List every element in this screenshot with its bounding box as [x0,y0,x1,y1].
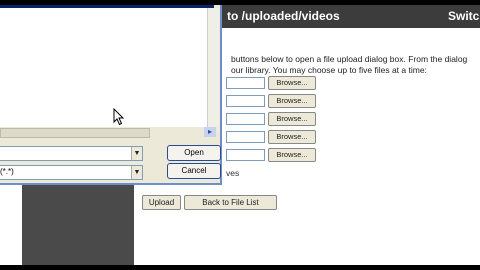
file-type-value: (*.*) [0,167,14,176]
scrollbar-thumb[interactable] [0,128,150,138]
chevron-down-icon[interactable]: ▼ [131,147,142,160]
open-button[interactable]: Open [167,145,221,161]
file-name-combo[interactable]: ▼ [0,146,143,161]
file-type-combo[interactable]: (*.*) ▼ [0,165,143,180]
vertical-scrollbar[interactable] [207,8,219,131]
browse-button-3[interactable]: Browse... [268,112,316,126]
file-open-dialog: ▸ ▼ (*.*) ▼ Open Cancel [0,5,222,185]
back-to-file-list-button[interactable]: Back to File List [184,195,277,210]
file-input-3[interactable] [226,113,265,125]
file-input-4[interactable] [226,131,265,143]
browse-button-5[interactable]: Browse... [268,148,316,162]
instructions-line-1: buttons below to open a file upload dial… [231,54,468,64]
instructions-line-2: our library. You may choose up to five f… [231,65,427,75]
screen: to /uploaded/videos Switch buttons below… [0,0,480,270]
switch-link[interactable]: Switch [448,9,480,23]
browse-button-1[interactable]: Browse... [268,76,316,90]
option-label: ves [226,168,240,178]
page-title: to /uploaded/videos [227,9,340,23]
file-input-2[interactable] [226,95,265,107]
file-input-5[interactable] [226,149,265,161]
horizontal-scrollbar[interactable]: ▸ [0,127,218,138]
browse-button-2[interactable]: Browse... [268,94,316,108]
chevron-down-icon[interactable]: ▼ [131,166,142,179]
upload-button[interactable]: Upload [142,195,181,210]
file-list-pane[interactable] [0,8,207,131]
browse-button-4[interactable]: Browse... [268,130,316,144]
mouse-pointer-icon [113,108,125,126]
scroll-right-icon[interactable]: ▸ [204,127,216,137]
file-input-1[interactable] [226,77,265,89]
cancel-button[interactable]: Cancel [167,163,221,179]
upload-instructions: buttons below to open a file upload dial… [231,54,467,76]
